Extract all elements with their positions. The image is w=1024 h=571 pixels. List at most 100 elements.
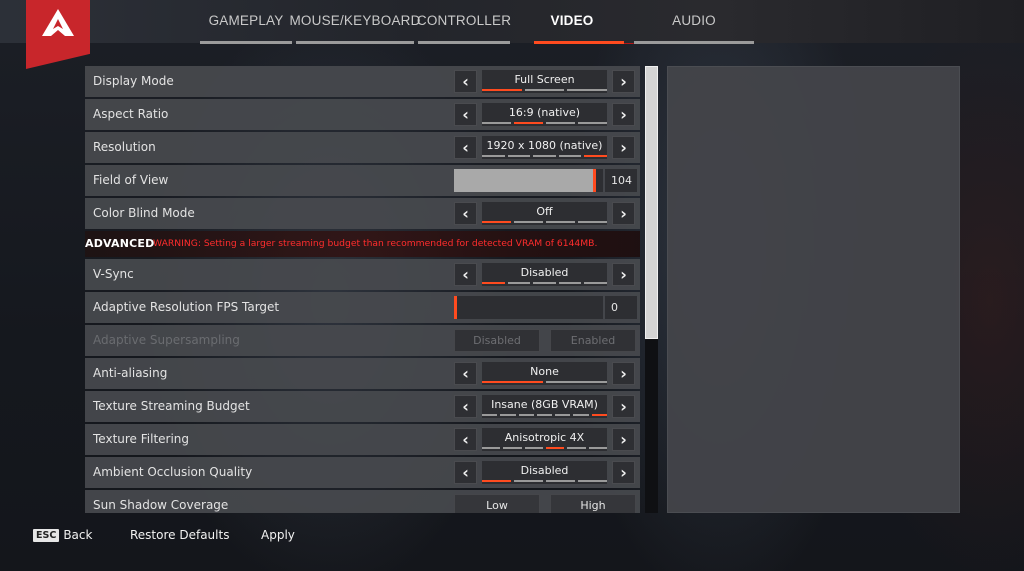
advanced-section-header: ADVANCED WARNING: Setting a larger strea… (85, 231, 640, 257)
aspect-ratio-selector[interactable]: 16:9 (native) (482, 103, 607, 126)
option-tick (514, 480, 543, 482)
tab-controller[interactable]: CONTROLLER (417, 0, 511, 44)
option-tick-selected (482, 381, 543, 383)
option-tick-selected (514, 122, 543, 124)
setting-row-anti-aliasing: Anti-aliasing ‹ None › (85, 358, 640, 389)
option-tick (514, 221, 543, 223)
option-tick-selected (482, 89, 522, 91)
option-tick (573, 414, 589, 416)
setting-row-ambient-occlusion-quality: Ambient Occlusion Quality ‹ Disabled › (85, 457, 640, 488)
back-label: Back (63, 528, 93, 542)
option-tick (482, 155, 505, 157)
anti-aliasing-selector[interactable]: None (482, 362, 607, 385)
slider-handle[interactable] (454, 296, 457, 319)
setting-row-adaptive-supersampling: Adaptive Supersampling Disabled Enabled (85, 325, 640, 356)
apply-button[interactable]: Apply (261, 528, 295, 542)
chevron-right-icon[interactable]: › (612, 428, 635, 451)
tab-mouse-keyboard[interactable]: MOUSE/KEYBOARD (289, 0, 420, 44)
tab-label: VIDEO (550, 12, 594, 28)
setting-row-sun-shadow-coverage: Sun Shadow Coverage Low High (85, 490, 640, 513)
option-tick (524, 89, 565, 91)
option-tick-selected (482, 282, 505, 284)
chevron-left-icon[interactable]: ‹ (454, 461, 477, 484)
option-tick (546, 122, 575, 124)
chevron-left-icon[interactable]: ‹ (454, 263, 477, 286)
option-tick (507, 282, 531, 284)
option-tick (482, 447, 501, 449)
option-indicator (482, 221, 607, 223)
option-tick (507, 155, 531, 157)
option-tick (584, 282, 607, 284)
scrollbar-thumb[interactable] (645, 66, 658, 339)
chevron-right-icon[interactable]: › (612, 103, 635, 126)
tab-video[interactable]: VIDEO (510, 0, 634, 44)
chevron-left-icon[interactable]: ‹ (454, 428, 477, 451)
esc-key-icon: ESC (33, 528, 60, 542)
option-tick (533, 282, 556, 284)
tab-gameplay[interactable]: GAMEPLAY (200, 0, 292, 44)
settings-scrollbar[interactable] (645, 66, 658, 513)
supersampling-enabled-button: Enabled (550, 329, 636, 352)
option-tick (533, 155, 556, 157)
sun-shadow-high-button[interactable]: High (550, 494, 636, 513)
video-settings-list: Display Mode ‹ Full Screen › Aspect Rati… (85, 66, 640, 513)
setting-row-color-blind-mode: Color Blind Mode ‹ Off › (85, 198, 640, 229)
option-tick (558, 155, 582, 157)
tab-underline (534, 41, 624, 44)
chevron-right-icon[interactable]: › (612, 461, 635, 484)
selector-value: Disabled (520, 266, 569, 279)
ambient-occlusion-selector[interactable]: Disabled (482, 461, 607, 484)
chevron-left-icon[interactable]: ‹ (454, 70, 477, 93)
setting-row-v-sync: V-Sync ‹ Disabled › (85, 259, 640, 290)
tab-underline (200, 41, 292, 44)
option-tick (567, 447, 586, 449)
resolution-selector[interactable]: 1920 x 1080 (native) (482, 136, 607, 159)
option-tick-selected (584, 155, 607, 157)
chevron-right-icon[interactable]: › (612, 136, 635, 159)
chevron-right-icon[interactable]: › (612, 263, 635, 286)
setting-row-resolution: Resolution ‹ 1920 x 1080 (native) › (85, 132, 640, 163)
setting-label: Aspect Ratio (93, 107, 169, 121)
adaptive-resolution-fps-slider[interactable] (454, 296, 603, 319)
slider-handle[interactable] (593, 169, 596, 192)
back-button[interactable]: ESC Back (33, 528, 92, 542)
setting-row-aspect-ratio: Aspect Ratio ‹ 16:9 (native) › (85, 99, 640, 130)
chevron-left-icon[interactable]: ‹ (454, 202, 477, 225)
setting-label: Display Mode (93, 74, 174, 88)
option-tick-selected (591, 414, 607, 416)
display-mode-selector[interactable]: Full Screen (482, 70, 608, 93)
selector-value: None (530, 365, 559, 378)
setting-row-texture-filtering: Texture Filtering ‹ Anisotropic 4X › (85, 424, 640, 455)
chevron-right-icon[interactable]: › (612, 70, 635, 93)
option-indicator (482, 155, 607, 157)
option-tick (518, 414, 534, 416)
apex-legends-logo-icon (26, 0, 90, 69)
fps-target-value: 0 (605, 296, 637, 319)
texture-filtering-selector[interactable]: Anisotropic 4X (482, 428, 607, 451)
tab-underline (634, 41, 754, 44)
restore-defaults-button[interactable]: Restore Defaults (130, 528, 229, 542)
option-tick (482, 122, 511, 124)
chevron-left-icon[interactable]: ‹ (454, 395, 477, 418)
option-indicator (482, 122, 607, 124)
v-sync-selector[interactable]: Disabled (482, 263, 607, 286)
chevron-right-icon[interactable]: › (612, 395, 635, 418)
chevron-left-icon[interactable]: ‹ (454, 136, 477, 159)
option-tick-selected (482, 480, 511, 482)
selector-value: Full Screen (514, 73, 575, 86)
sun-shadow-low-button[interactable]: Low (454, 494, 540, 513)
field-of-view-slider[interactable] (454, 169, 603, 192)
setting-description-panel (667, 66, 960, 513)
vram-warning: WARNING: Setting a larger streaming budg… (153, 238, 598, 249)
texture-streaming-budget-selector[interactable]: Insane (8GB VRAM) (482, 395, 607, 418)
setting-label: Sun Shadow Coverage (93, 498, 229, 512)
setting-label: Field of View (93, 173, 169, 187)
setting-row-display-mode: Display Mode ‹ Full Screen › (85, 66, 640, 97)
chevron-left-icon[interactable]: ‹ (454, 103, 477, 126)
color-blind-mode-selector[interactable]: Off (482, 202, 607, 225)
tab-audio[interactable]: AUDIO (634, 0, 754, 44)
option-tick-selected (545, 447, 565, 449)
chevron-right-icon[interactable]: › (612, 202, 635, 225)
chevron-right-icon[interactable]: › (612, 362, 635, 385)
chevron-left-icon[interactable]: ‹ (454, 362, 477, 385)
